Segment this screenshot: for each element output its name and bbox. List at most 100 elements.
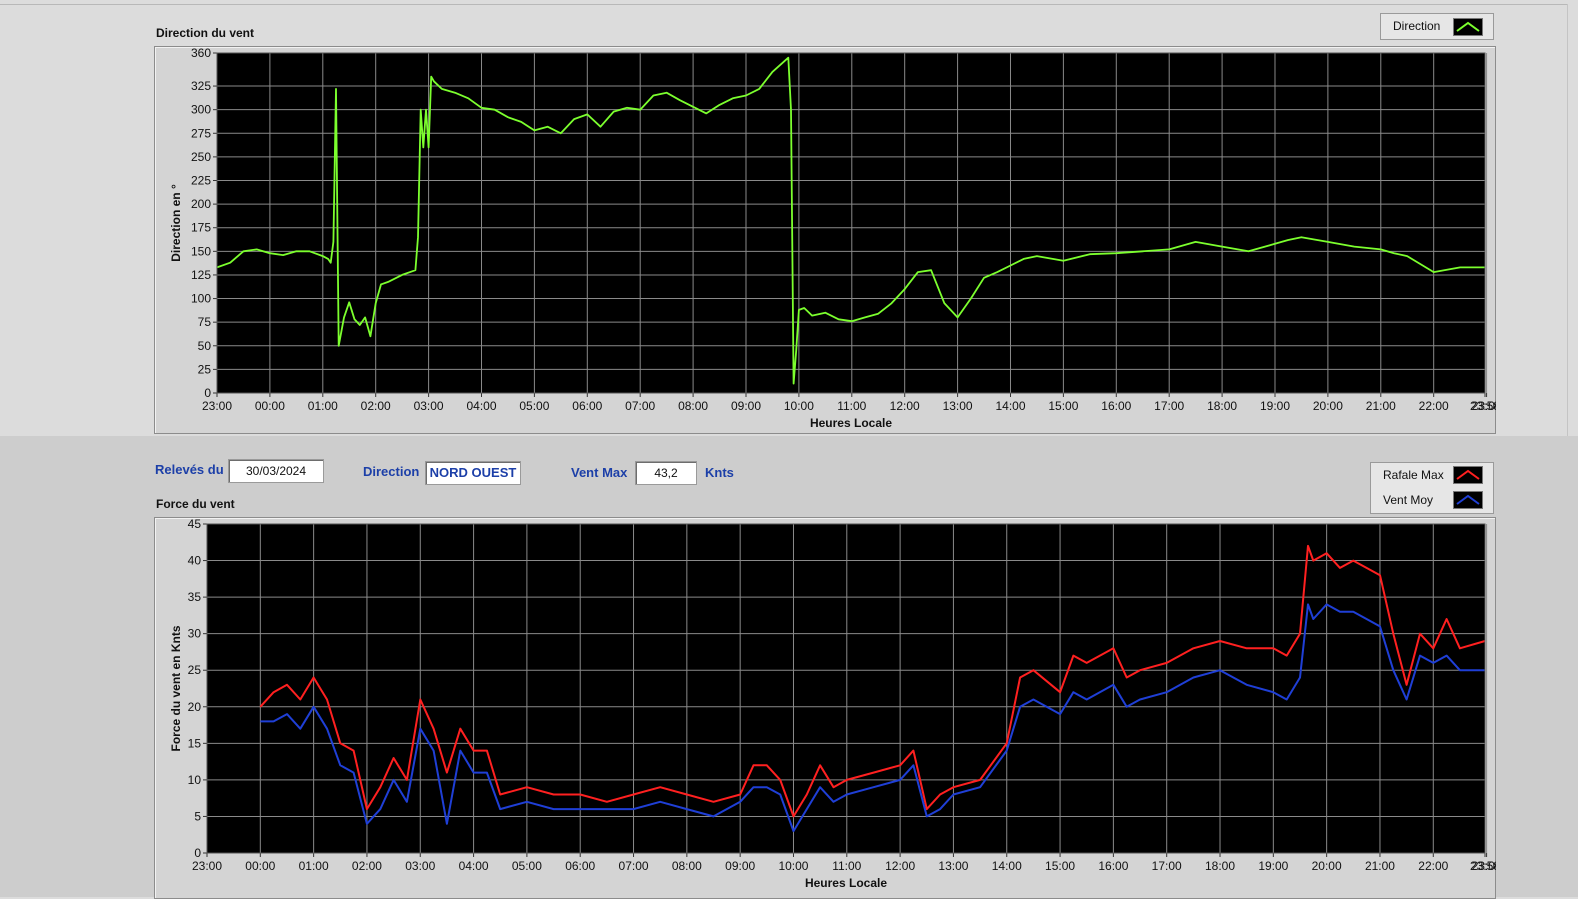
force-xtick-label: 07:00	[619, 859, 649, 873]
dir-xtick-label: 16:00	[1101, 399, 1131, 413]
ventmax-field[interactable]: 43,2	[635, 461, 697, 485]
dir-xtick-label: 02:00	[361, 399, 391, 413]
force-ytick-label: 20	[188, 700, 202, 714]
dir-ytick-label: 200	[191, 197, 211, 211]
force-ytick-label: 0	[194, 846, 201, 860]
force-ytick-label: 40	[188, 554, 202, 568]
dir-xtick-label: 23:00	[202, 399, 232, 413]
force-xtick-label: 05:00	[512, 859, 542, 873]
dir-ytick-label: 360	[191, 46, 211, 60]
releves-label: Relevés du	[155, 462, 224, 477]
dir-xtick-label: 13:00	[943, 399, 973, 413]
force-chart-title: Force du vent	[156, 497, 235, 511]
force-xtick-label: 03:00	[405, 859, 435, 873]
dir-xtick-label: 15:00	[1048, 399, 1078, 413]
dir-chart: 23:00 00:00 01:00 02:00 03:00 04:00 05:00 06:00…	[169, 46, 1496, 430]
force-xtick-label: 17:00	[1152, 859, 1182, 873]
dir-xtick-label: 19:00	[1260, 399, 1290, 413]
ventmoy-legend-swatch-icon	[1453, 491, 1483, 509]
dir-ytick-label: 300	[191, 103, 211, 117]
dir-legend-line-icon	[1456, 21, 1480, 32]
dir-legend-label: Direction	[1393, 19, 1441, 33]
force-chart: 23:00 00:00 01:00 02:00 03:00 04:00 05:00 06:00…	[169, 517, 1496, 890]
dir-xtick-label: 22:00	[1419, 399, 1449, 413]
dir-ytick-label: 50	[198, 339, 212, 353]
rafale-legend-swatch-icon	[1453, 466, 1483, 484]
force-xtick-label: 20:00	[1312, 859, 1342, 873]
force-legend-label-rafale: Rafale Max	[1383, 468, 1444, 482]
dir-ytick-label: 25	[198, 362, 212, 376]
dir-ytick-label: 0	[204, 386, 211, 400]
rafale-legend-line-icon	[1456, 469, 1480, 480]
dir-xtick-label: 08:00	[678, 399, 708, 413]
dir-xtick-label: 12:00	[890, 399, 920, 413]
force-xtick-label: 10:00	[778, 859, 808, 873]
force-xtick-label: 09:00	[725, 859, 755, 873]
force-xtick-label: 12:00	[885, 859, 915, 873]
ventmax-unit: Knts	[705, 465, 734, 480]
force-xtick-label: 11:00	[832, 859, 861, 873]
dir-chart-title: Direction du vent	[156, 26, 255, 40]
dir-xtick-label: 04:00	[466, 399, 496, 413]
dir-xtick-label: 06:00	[572, 399, 602, 413]
force-xtick-label: 23:58	[1470, 859, 1496, 873]
dir-xtick-label: 11:00	[837, 399, 866, 413]
dir-ytick-label: 225	[191, 174, 211, 188]
dir-xtick-label: 00:00	[255, 399, 285, 413]
force-xtick-label: 04:00	[459, 859, 489, 873]
force-ytick-label: 25	[188, 663, 202, 677]
force-ytick-label: 35	[188, 590, 202, 604]
force-xtick-label: 14:00	[992, 859, 1022, 873]
dir-ytick-label: 325	[191, 79, 211, 93]
dir-plot-area	[217, 53, 1485, 393]
force-xtick-label: 01:00	[299, 859, 329, 873]
force-yaxis-label: Force du vent en Knts	[169, 625, 183, 751]
force-xtick-label: 22:00	[1418, 859, 1448, 873]
dir-ytick-label: 150	[191, 244, 211, 258]
ventmax-label: Vent Max	[571, 465, 628, 480]
dir-yaxis-label: Direction en °	[169, 184, 183, 262]
force-xtick-label: 02:00	[352, 859, 382, 873]
dir-xtick-label: 21:00	[1366, 399, 1396, 413]
dir-xtick-label: 10:00	[784, 399, 814, 413]
dir-xtick-label: 18:00	[1207, 399, 1237, 413]
force-xtick-label: 21:00	[1365, 859, 1395, 873]
force-ytick-label: 30	[188, 627, 202, 641]
dir-xtick-label: 23:58	[1470, 399, 1496, 413]
dir-xtick-label: 07:00	[625, 399, 655, 413]
force-xtick-label: 23:00	[192, 859, 222, 873]
dir-ytick-label: 100	[191, 292, 211, 306]
force-ytick-label: 5	[194, 809, 201, 823]
releves-date-field[interactable]: 30/03/2024	[228, 459, 324, 483]
force-legend: Rafale Max Vent Moy	[1370, 462, 1494, 514]
dir-xtick-label: 05:00	[519, 399, 549, 413]
force-xtick-label: 19:00	[1258, 859, 1288, 873]
force-xtick-label: 08:00	[672, 859, 702, 873]
dir-legend: Direction	[1380, 13, 1494, 40]
dir-ytick-label: 75	[198, 315, 212, 329]
force-xaxis-label: Heures Locale	[805, 876, 887, 890]
dir-ytick-label: 175	[191, 221, 211, 235]
direction-field[interactable]: NORD OUEST	[425, 461, 521, 485]
force-xtick-label: 13:00	[938, 859, 968, 873]
dir-xtick-label: 03:00	[414, 399, 444, 413]
window-top-border	[0, 4, 1568, 5]
ventmoy-legend-line-icon	[1456, 494, 1480, 505]
force-ytick-label: 10	[188, 773, 202, 787]
dir-xaxis-label: Heures Locale	[810, 416, 892, 430]
force-xtick-label: 16:00	[1098, 859, 1128, 873]
force-xtick-label: 00:00	[245, 859, 275, 873]
dir-xtick-label: 14:00	[995, 399, 1025, 413]
direction-label: Direction	[363, 464, 420, 479]
dir-xtick-label: 01:00	[308, 399, 338, 413]
force-ytick-label: 15	[188, 736, 202, 750]
dir-xtick-label: 17:00	[1154, 399, 1184, 413]
dir-ytick-label: 125	[191, 268, 211, 282]
dir-legend-swatch-icon	[1453, 18, 1483, 36]
force-xtick-label: 15:00	[1045, 859, 1075, 873]
dir-xtick-label: 09:00	[731, 399, 761, 413]
force-xtick-label: 18:00	[1205, 859, 1235, 873]
dir-ytick-label: 275	[191, 126, 211, 140]
force-ytick-label: 45	[188, 517, 202, 531]
dir-ytick-label: 250	[191, 150, 211, 164]
